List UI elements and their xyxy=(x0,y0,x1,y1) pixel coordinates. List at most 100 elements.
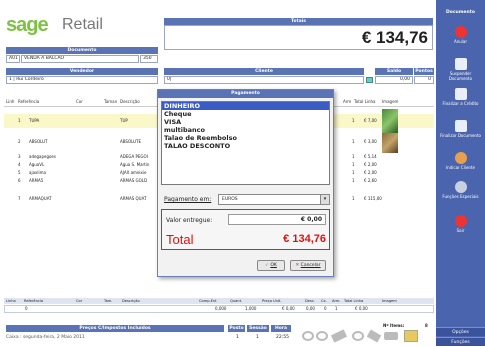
row-arm: 1 xyxy=(352,170,355,175)
posto-header: Posto xyxy=(228,325,245,332)
col-preco-unit: Preço Unit. xyxy=(262,299,282,303)
funcoes-especiais-button[interactable]: Funções Especiais xyxy=(439,181,482,199)
col-linh: Linh xyxy=(6,99,15,104)
suspender-button[interactable]: Suspender Documento xyxy=(439,58,482,81)
finalizar-credito-button[interactable]: Finalizar a Crédito xyxy=(439,88,482,106)
method-dinheiro[interactable]: DINHEIRO xyxy=(162,102,329,110)
entry-table-header: Linha Referência Cor Tam. Descrição Comp… xyxy=(4,298,434,304)
row-linh: 3 xyxy=(18,154,21,159)
brush-icon[interactable] xyxy=(366,329,382,343)
row-total: € 115,00 xyxy=(364,196,382,201)
documento-header: Documento xyxy=(6,47,158,54)
row-total: € 5,14 xyxy=(364,154,377,159)
method-cheque[interactable]: Cheque xyxy=(162,110,329,118)
sair-button[interactable]: Sair xyxy=(439,215,482,233)
gears-icon xyxy=(454,181,467,193)
drill-icon[interactable] xyxy=(384,332,398,340)
col-total-linha: Total Linha xyxy=(354,99,376,104)
col-tam: Tam. xyxy=(104,299,113,303)
tools-icon[interactable] xyxy=(330,329,348,343)
row-linh: 7 xyxy=(18,196,21,201)
suspender-label: Suspender Documento xyxy=(448,71,473,81)
doc-code-field[interactable]: A01 xyxy=(6,55,20,63)
payment-method-list[interactable]: DINHEIRO Cheque VISA multibanco Talao de… xyxy=(161,101,330,185)
saldo-header: Saldo xyxy=(375,68,413,75)
col-descricao: Descrição xyxy=(122,299,140,303)
entry-desc: 0,00 xyxy=(306,306,315,311)
row-total: € 2,00 xyxy=(364,162,377,167)
options-button[interactable]: Opções xyxy=(436,327,485,336)
ok-button[interactable]: ✓ OK xyxy=(257,260,285,271)
row-linh: 4 xyxy=(18,162,21,167)
cliente-field[interactable]: 0| xyxy=(164,76,364,84)
finalizar-documento-button[interactable]: Finalizar Documento xyxy=(439,120,482,138)
chevron-down-icon[interactable]: ▾ xyxy=(320,195,329,204)
row-arm: 1 xyxy=(352,139,355,144)
pontos-header: Pontos xyxy=(414,68,434,75)
row-linh: 6 xyxy=(18,178,21,183)
entry-linha: 0 xyxy=(25,306,28,311)
anular-label: Anular xyxy=(453,39,467,44)
method-visa[interactable]: VISA xyxy=(162,118,329,126)
indicar-cliente-label: Indicar Cliente xyxy=(446,165,475,170)
anular-button[interactable]: Anular xyxy=(439,26,482,44)
entry-preco: € 0,00 xyxy=(282,306,295,311)
cliente-header: Cliente xyxy=(164,68,364,75)
scissors-icon[interactable] xyxy=(302,331,314,341)
ok-icon: ✓ xyxy=(265,263,269,268)
method-talao-reembolso[interactable]: Talao de Reembolso xyxy=(162,134,329,142)
entry-quant: 1,000 xyxy=(245,306,257,311)
tools-icon-strip[interactable] xyxy=(300,329,425,343)
col-linha: Linha xyxy=(6,299,16,303)
document-check-icon xyxy=(454,120,467,132)
currency-value: EUROS xyxy=(222,197,238,202)
col-desc: Desc. xyxy=(305,299,315,303)
col-quant: Quant. xyxy=(230,299,243,303)
col-taman: Taman xyxy=(104,99,118,104)
product-name: Retail xyxy=(62,16,103,33)
totais-header: Totais xyxy=(164,18,433,25)
row-total: € 3,00 xyxy=(364,139,377,144)
product-image xyxy=(382,133,398,153)
pontos-field: 0 xyxy=(414,76,434,84)
method-multibanco[interactable]: multibanco xyxy=(162,126,329,134)
col-total-linha: Total Linha xyxy=(344,299,364,303)
total-value: € 134,76 xyxy=(283,233,326,245)
currency-select[interactable]: EUROS ▾ xyxy=(218,194,330,205)
row-arm: 1 xyxy=(352,178,355,183)
cliente-search-icon[interactable] xyxy=(366,77,373,83)
cash-drawer-icon[interactable] xyxy=(404,330,418,342)
row-ref: ajaxlima xyxy=(29,170,46,175)
row-arm: 1 xyxy=(352,196,355,201)
document-pause-icon xyxy=(454,58,467,70)
posto-value: 1 xyxy=(236,335,239,340)
wrench-icon[interactable] xyxy=(316,331,328,341)
col-descricao: Descrição xyxy=(120,99,140,104)
entry-cx: 0 xyxy=(324,306,327,311)
precos-header: Preços C/Impostos Incluídos xyxy=(6,325,224,332)
row-linh: 2 xyxy=(18,139,21,144)
delivered-field[interactable]: € 0,00 xyxy=(228,214,326,225)
tape-icon[interactable] xyxy=(352,331,364,341)
functions-button[interactable]: Funções xyxy=(436,337,485,346)
items-count: 8 xyxy=(425,323,428,328)
method-talao-desconto[interactable]: TALAO DESCONTO xyxy=(162,142,329,150)
row-total: € 2,00 xyxy=(364,170,377,175)
row-linh: 5 xyxy=(18,170,21,175)
status-text: Caixa : segunda-feira, 2 Maio 2011 xyxy=(6,335,85,340)
sessao-header: Sessão xyxy=(247,325,269,332)
cancel-button[interactable]: ✕ Cancelar xyxy=(290,260,326,271)
doc-number-field[interactable]: 350 xyxy=(140,55,158,63)
cancel-x-icon: ✕ xyxy=(295,263,300,268)
total-label: Total xyxy=(166,232,194,247)
row-desc: ARMAS QUAT xyxy=(120,196,147,201)
row-ref: ARMAQUAT xyxy=(29,196,52,201)
vendedor-field[interactable]: 1 | Rui Cordeiro xyxy=(6,76,158,84)
doc-type-field[interactable]: VENDA A BALCAO xyxy=(21,55,139,63)
entry-row[interactable]: 0 0,000 1,000 € 0,00 0,00 0 1 € 0,00 xyxy=(4,305,434,313)
indicar-cliente-button[interactable]: Indicar Cliente xyxy=(439,152,482,170)
row-linh: 1 xyxy=(18,118,21,123)
col-cor: Cor xyxy=(76,299,83,303)
row-ref: adegapegoes xyxy=(29,154,56,159)
finalizar-credito-label: Finalizar a Crédito xyxy=(442,101,479,106)
